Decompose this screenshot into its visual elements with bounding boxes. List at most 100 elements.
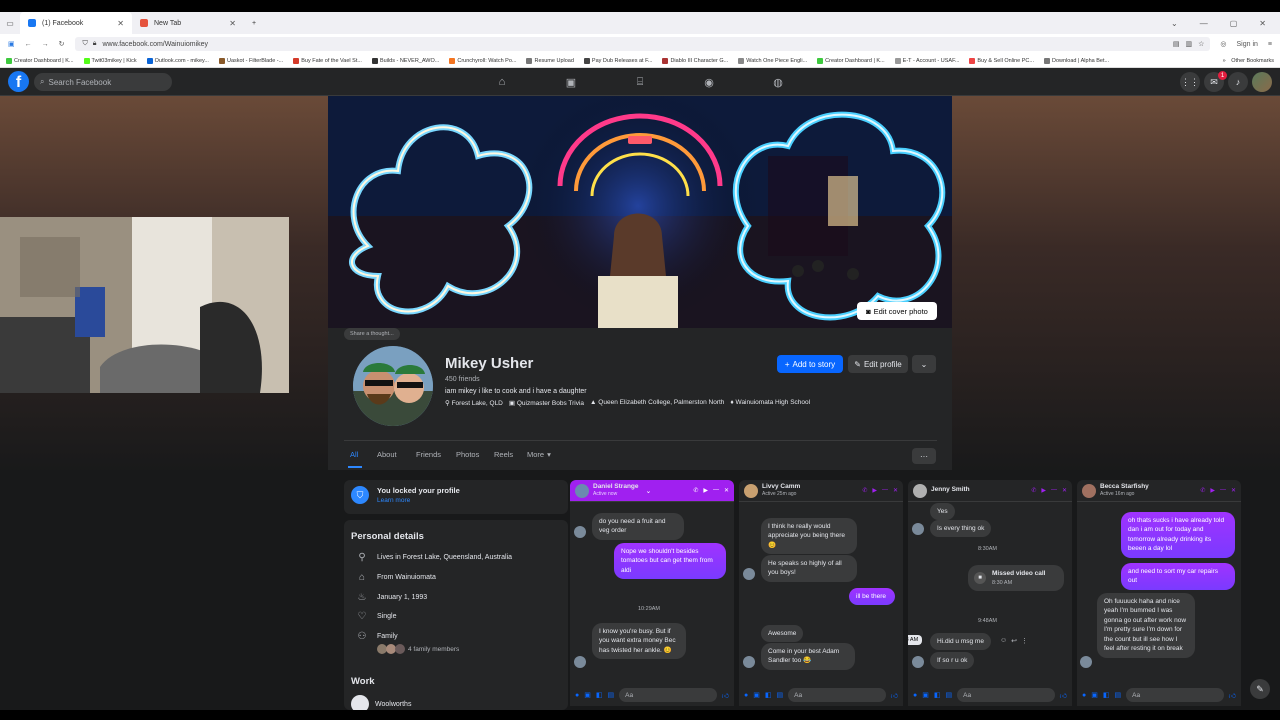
tab-photos[interactable]: Photos [456, 450, 494, 459]
more-icon[interactable]: ⋮ [1021, 637, 1028, 645]
more-options-button[interactable]: ··· [912, 448, 936, 464]
bookmark-item[interactable]: Download | Alpha Bet... [1043, 57, 1109, 64]
mic-icon[interactable]: ● [744, 692, 748, 699]
home-icon[interactable]: ⌂ [495, 75, 509, 89]
close-tab-icon[interactable]: ✕ [117, 19, 124, 28]
bookmark-item[interactable]: Pay Dub Releases at F... [583, 57, 652, 64]
reload-icon[interactable]: ↻ [59, 40, 65, 48]
marketplace-icon[interactable]: ⌸ [633, 75, 647, 89]
message-input[interactable]: Aa [788, 688, 886, 702]
video-icon[interactable]: ▶ [703, 487, 708, 494]
video-icon[interactable]: ▶ [1210, 487, 1215, 494]
image-icon[interactable]: ▣ [584, 691, 591, 699]
learn-more-link[interactable]: Learn more [377, 497, 410, 504]
bookmark-item[interactable]: E-T - Account - USAF... [894, 57, 959, 64]
bookmark-item[interactable]: Uaskot - FilterBlade -... [218, 57, 283, 64]
phone-icon[interactable]: ✆ [1200, 487, 1205, 494]
tab-reels[interactable]: Reels [494, 450, 527, 459]
tab-list-chevron-icon[interactable]: ⌄ [1171, 19, 1178, 28]
new-message-compose-icon[interactable]: ✎ [1250, 679, 1270, 699]
sidebar-toggle-icon[interactable]: ▣ [8, 40, 15, 48]
video-icon[interactable]: ▣ [564, 75, 578, 89]
page-action-icon[interactable]: ▥ [1185, 40, 1192, 48]
bookmark-item[interactable]: Buy Fate of the Vael St... [293, 57, 362, 64]
tab-more[interactable]: More ▾ [527, 450, 567, 459]
share-thought-bubble[interactable]: Share a thought... [344, 328, 400, 340]
bookmark-item[interactable]: Watch One Piece Engli... [738, 57, 807, 64]
reader-view-icon[interactable]: ▤ [1173, 40, 1180, 48]
bookmark-item[interactable]: Diablo III Character G... [662, 57, 728, 64]
gaming-icon[interactable]: ◍ [771, 75, 785, 89]
mic-icon[interactable]: ● [1082, 692, 1086, 699]
menu-icon[interactable]: ≡ [1268, 41, 1272, 48]
emoji-react-icon[interactable]: ☺ [1000, 637, 1007, 645]
tab-facebook[interactable]: (1) Facebook ✕ [20, 12, 132, 34]
gif-icon[interactable]: ▤ [776, 691, 783, 699]
groups-icon[interactable]: ◉ [702, 75, 716, 89]
bookmark-item[interactable]: Twit03mikey | Kick [83, 57, 137, 64]
add-to-story-button[interactable]: + Add to story [777, 355, 843, 373]
like-icon[interactable]: 👍︎ [1060, 691, 1067, 700]
bookmark-item[interactable]: Buy & Sell Online PC... [969, 57, 1034, 64]
bookmark-item[interactable]: Creator Dashboard | K... [6, 57, 74, 64]
chat-header[interactable]: Daniel Strange Active now ⌄ ✆ ▶ — ✕ [570, 480, 734, 502]
edit-profile-button[interactable]: ✎ Edit profile [848, 355, 908, 373]
browser-menu-icon[interactable]: ▭ [0, 19, 20, 28]
bookmark-item[interactable]: Creator Dashboard | K... [817, 57, 885, 64]
message-input[interactable]: Aa [957, 688, 1055, 702]
sign-in-button[interactable]: Sign in [1237, 41, 1258, 48]
forward-icon[interactable]: → [42, 41, 49, 48]
search-input[interactable]: ⌕ Search Facebook [34, 73, 172, 91]
new-tab-button[interactable]: + [244, 12, 264, 34]
account-avatar[interactable] [1252, 72, 1272, 92]
chat-header[interactable]: Becca Starfishy Active 16m ago ✆ ▶ — ✕ [1077, 480, 1241, 502]
minimize-icon[interactable]: — [713, 487, 719, 494]
video-icon[interactable]: ▶ [872, 487, 877, 494]
profile-avatar[interactable] [350, 343, 436, 429]
chat-header[interactable]: Jenny Smith ✆ ▶ — ✕ [908, 480, 1072, 502]
bookmark-item[interactable]: Outlook.com - mikey... [146, 57, 209, 64]
close-icon[interactable]: ✕ [1062, 487, 1067, 494]
mic-icon[interactable]: ● [575, 692, 579, 699]
tab-about[interactable]: About [377, 450, 416, 459]
phone-icon[interactable]: ✆ [693, 487, 698, 494]
phone-icon[interactable]: ✆ [1031, 487, 1036, 494]
image-icon[interactable]: ▣ [922, 691, 929, 699]
bookmark-item[interactable]: Builds - NEVER_AWO... [371, 57, 439, 64]
friends-count[interactable]: 450 friends [445, 376, 480, 383]
gif-icon[interactable]: ▤ [1114, 691, 1121, 699]
close-icon[interactable]: ✕ [1231, 487, 1236, 494]
image-icon[interactable]: ▣ [753, 691, 760, 699]
message-input[interactable]: Aa [1126, 688, 1224, 702]
close-window-icon[interactable]: ✕ [1259, 19, 1266, 28]
sticker-icon[interactable]: ◧ [596, 691, 603, 699]
edit-cover-photo-button[interactable]: ◙ Edit cover photo [857, 302, 937, 320]
sticker-icon[interactable]: ◧ [1103, 691, 1110, 699]
chevron-down-icon[interactable]: ⌄ [646, 487, 652, 495]
like-icon[interactable]: 👍︎ [891, 691, 898, 700]
chat-header[interactable]: Livvy Camm Active 25m ago ✆ ▶ — ✕ [739, 480, 903, 502]
maximize-icon[interactable]: ▢ [1230, 19, 1238, 28]
url-input[interactable]: ⛉ 🔒︎ www.facebook.com/Wainuiomikey ▤ ▥ ☆ [74, 37, 1211, 51]
bell-icon[interactable]: ♪ [1228, 72, 1248, 92]
minimize-icon[interactable]: — [1200, 19, 1208, 28]
sticker-icon[interactable]: ◧ [934, 691, 941, 699]
cover-photo[interactable]: ◙ Edit cover photo [328, 96, 952, 328]
back-icon[interactable]: ← [25, 41, 32, 48]
minimize-icon[interactable]: — [1220, 487, 1226, 494]
reply-icon[interactable]: ↩ [1011, 637, 1017, 645]
video-icon[interactable]: ▶ [1041, 487, 1046, 494]
like-icon[interactable]: 👍︎ [1229, 691, 1236, 700]
facebook-logo-icon[interactable]: f [8, 71, 29, 92]
menu-grid-icon[interactable]: ⋮⋮ [1180, 72, 1200, 92]
minimize-icon[interactable]: — [1051, 487, 1057, 494]
profile-options-chevron-icon[interactable]: ⌄ [912, 355, 936, 373]
close-icon[interactable]: ✕ [893, 487, 898, 494]
family-members[interactable]: 4 family members [377, 644, 459, 654]
like-icon[interactable]: 👍︎ [722, 691, 729, 700]
mic-icon[interactable]: ● [913, 692, 917, 699]
tab-all[interactable]: All [350, 450, 377, 459]
bookmark-item[interactable]: Crunchyroll: Watch Po... [449, 57, 516, 64]
bookmark-star-icon[interactable]: ☆ [1198, 40, 1204, 48]
message-input[interactable]: Aa [619, 688, 717, 702]
